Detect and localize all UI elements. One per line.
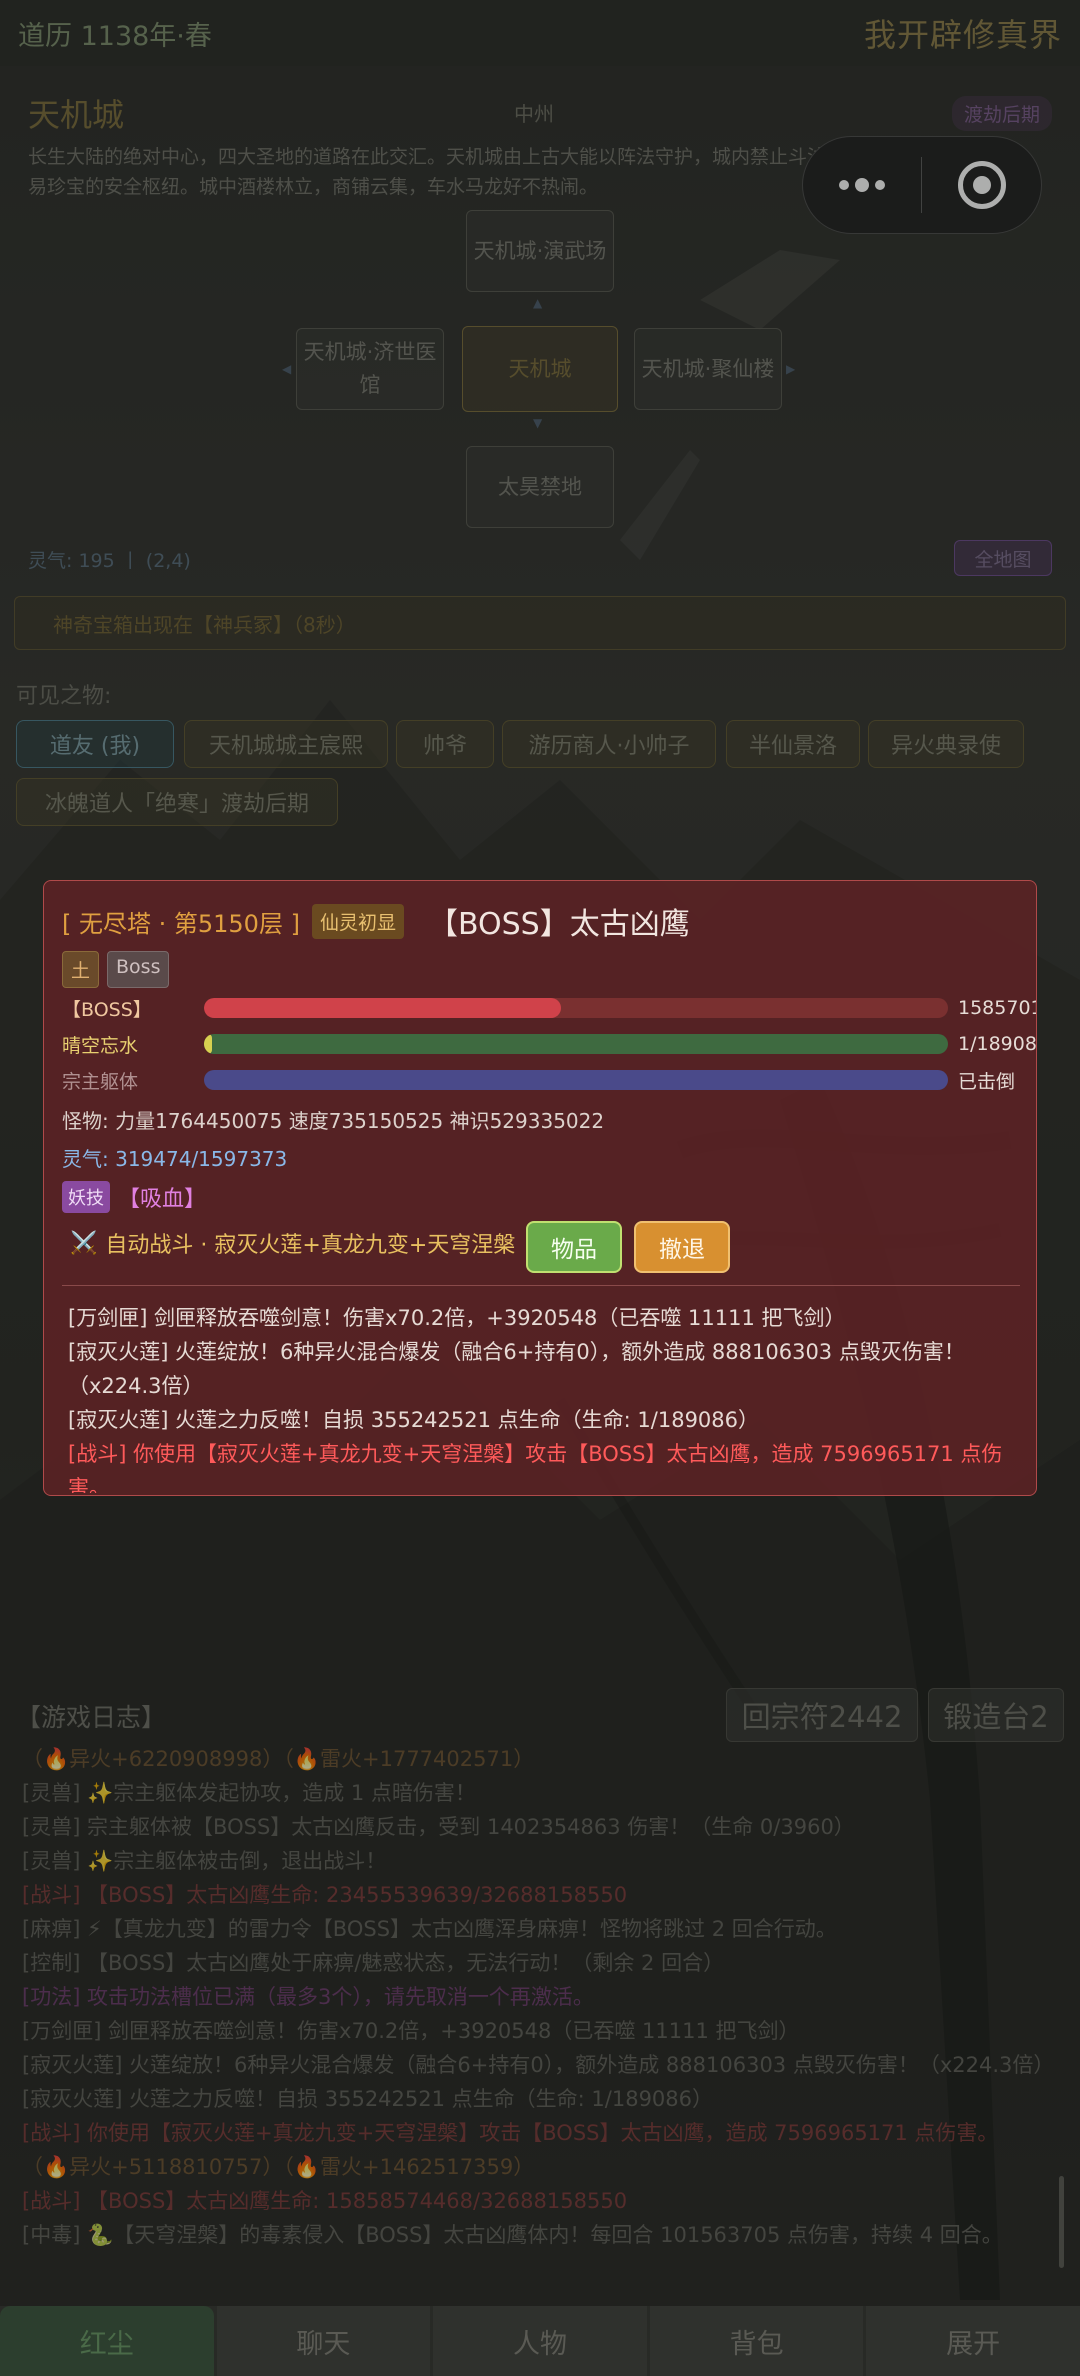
demon-skill-name: 【吸血】 [118,1187,207,1212]
bar-label: 宗主躯体 [62,1070,139,1093]
treasure-notice[interactable]: 神奇宝箱出现在【神兵冢】（8秒） [14,596,1066,650]
element-tag: 土 [62,951,100,988]
bottom-nav: 红尘 聊天 人物 背包 展开 [0,2306,1080,2376]
battle-log-line: [万剑匣] 剑匣释放吞噬剑意！伤害x70.2倍，+3920548（已吞噬 111… [68,1306,846,1330]
visible-chip-self[interactable]: 道友 (我) [16,720,174,768]
location-stage-badge: 渡劫后期 [951,96,1052,131]
ally-hp-bar [204,1070,948,1090]
location-region: 中州 [514,102,554,126]
player-hp-value: 1/189086 [958,1033,1037,1055]
divider [62,1285,1020,1286]
nav-tab-3[interactable]: 背包 [649,2306,864,2376]
arrow-down-icon: ▼ [533,416,543,430]
battle-log-line: [寂灭火莲] 火莲之力反噬！自损 355242521 点生命（生命: 1/189… [68,1408,760,1432]
miniprogram-capsule [802,136,1042,234]
log-line: [寂灭火莲] 火莲之力反噬！自损 355242521 点生命（生命: 1/189… [22,2087,714,2111]
player-hp-bar [204,1034,948,1054]
more-menu-button[interactable] [803,137,921,233]
log-line: [灵兽] ✨宗主躯体被击倒，退出战斗！ [22,1849,387,1873]
nav-tab-1[interactable]: 聊天 [216,2306,431,2376]
game-title: 我开辟修真界 [863,16,1062,54]
location-name: 天机城 [28,96,125,134]
log-line: [功法] 攻击功法槽位已满（最多3个），请先取消一个再激活。 [22,1985,594,2009]
battle-log-line: [寂灭火莲] 火莲绽放！6种异火混合爆发（融合6+持有0），额外造成 88810… [68,1340,965,1398]
nav-tab-2[interactable]: 人物 [433,2306,647,2376]
auto-battle-toggle[interactable]: ⚔️ 自动战斗 · 寂灭火莲+真龙九变+天穹涅槃 [70,1227,515,1259]
bar-label: 晴空忘水 [62,1034,139,1057]
auto-battle-text: 自动战斗 · 寂灭火莲+真龙九变+天穹涅槃 [105,1233,516,1258]
nav-tab-0[interactable]: 红尘 [0,2306,214,2376]
arrow-up-icon: ▲ [533,296,543,310]
forge-button[interactable]: 锻造台2 [928,1688,1064,1742]
visible-chip-banxian[interactable]: 半仙景洛 [726,720,860,768]
battle-log: [万剑匣] 剑匣释放吞噬剑意！伤害x70.2倍，+3920548（已吞噬 111… [68,1301,1018,1493]
retreat-button[interactable]: 撤退 [634,1221,730,1273]
log-line: [战斗] 【BOSS】太古凶鹰生命: 23455539639/326881585… [22,1883,628,1907]
game-log-title: 【游戏日志】 [16,1703,167,1732]
type-tag: Boss [107,951,170,988]
spirit-energy: 灵气: 319474/1597373 [62,1147,288,1171]
game-log-list: （🔥异火+6220908998）（🔥雷火+1777402571） [灵兽] ✨宗主… [22,1742,1062,2282]
visible-chip-shuaiye[interactable]: 帅爷 [396,720,494,768]
log-line: [灵兽] 宗主躯体被【BOSS】太古凶鹰反击，受到 1402354863 伤害！… [22,1815,855,1839]
realm-badge: 仙灵初显 [311,903,404,939]
ally-status: 已击倒 [958,1070,1016,1093]
log-line: [中毒] 🐍【天穹涅槃】的毒素侵入【BOSS】太古凶鹰体内！每回合 101563… [22,2223,1003,2247]
log-line: （🔥异火+6220908998）（🔥雷火+1777402571） [22,1747,535,1771]
tower-floor: [ 无尽塔 · 第5150层 ] [62,909,300,938]
return-talisman-button[interactable]: 回宗符2442 [726,1688,918,1742]
log-line: [万剑匣] 剑匣释放吞噬剑意！伤害x70.2倍，+3920548（已吞噬 111… [22,2019,800,2043]
map-node-west[interactable]: 天机城·济世医馆 [296,328,444,410]
visible-chip-fire-envoy[interactable]: 异火典录使 [868,720,1024,768]
log-line: [寂灭火莲] 火莲绽放！6种异火混合爆发（融合6+持有0），额外造成 88810… [22,2053,1055,2077]
map-node-south[interactable]: 太昊禁地 [466,446,614,528]
crossed-swords-icon: ⚔️ [70,1230,98,1256]
visible-things-label: 可见之物: [16,684,112,709]
log-line: [灵兽] ✨宗主躯体发起协攻，造成 1 点暗伤害！ [22,1781,476,1805]
visible-chip-merchant[interactable]: 游历商人·小帅子 [502,720,716,768]
era-date: 道历 1138年·春 [18,20,212,52]
log-scrollbar[interactable] [1059,2176,1064,2268]
visible-chip-ice-taoist[interactable]: 冰魄道人「绝寒」渡劫后期 [16,778,338,826]
more-dot-icon [839,180,849,190]
top-bar: 道历 1138年·春 我开辟修真界 [0,0,1080,66]
log-line: [麻痹] ⚡【真龙九变】的雷力令【BOSS】太古凶鹰浑身麻痹！怪物将跳过 2 回… [22,1917,837,1941]
monster-stats: 怪物: 力量1764450075 速度735150525 神识529335022 [62,1109,605,1133]
ally-hp-row: 宗主躯体 已击倒 [62,1067,1022,1093]
log-line: [控制] 【BOSS】太古凶鹰处于麻痹/魅惑状态，无法行动！（剩余 2 回合） [22,1951,725,1975]
close-miniprogram-button[interactable] [922,137,1041,233]
boss-name: 【BOSS】太古凶鹰 [427,907,690,942]
arrow-left-icon: ◀ [282,362,292,376]
map-node-north[interactable]: 天机城·演武场 [466,210,614,292]
boss-hp-bar [204,998,948,1018]
more-dot-icon [855,178,869,192]
full-map-button[interactable]: 全地图 [954,540,1052,576]
boss-hp-value: 15857010768 [958,997,1036,1019]
items-button[interactable]: 物品 [526,1221,622,1273]
spirit-energy-coords: 灵气: 195 丨 (2,4) [28,550,191,572]
nav-tab-4[interactable]: 展开 [866,2306,1080,2376]
notice-text: 神奇宝箱出现在【神兵冢】（8秒） [53,612,356,637]
more-dot-icon [875,180,885,190]
battle-panel: [ 无尽塔 · 第5150层 ] 仙灵初显 【BOSS】太古凶鹰 土 Boss … [43,880,1037,1496]
log-line: （🔥异火+5118810757）（🔥雷火+1462517359） [22,2155,535,2179]
target-close-icon [957,161,1006,209]
arrow-right-icon: ▶ [786,362,796,376]
map-node-east[interactable]: 天机城·聚仙楼 [634,328,782,410]
visible-chip-city-lord[interactable]: 天机城城主宸熙 [184,720,388,768]
boss-hp-row: 【BOSS】 15857010768 [62,995,1036,1021]
log-line: [战斗] 【BOSS】太古凶鹰生命: 15858574468/326881585… [22,2189,628,2213]
player-hp-row: 晴空忘水 1/189086 [62,1031,1036,1057]
log-line: [战斗] 你使用【寂灭火莲+真龙九变+天穹涅槃】攻击【BOSS】太古凶鹰，造成 … [22,2121,999,2145]
demon-skill-tag: 妖技 [62,1181,110,1213]
map-node-current: 天机城 [462,326,618,412]
battle-log-line: [战斗] 你使用【寂灭火莲+真龙九变+天穹涅槃】攻击【BOSS】太古凶鹰，造成 … [68,1442,1003,1493]
bar-label: 【BOSS】 [62,998,152,1021]
